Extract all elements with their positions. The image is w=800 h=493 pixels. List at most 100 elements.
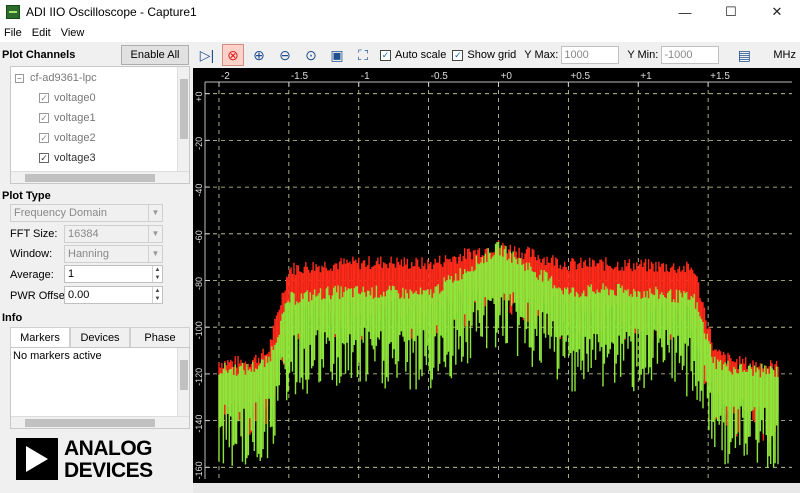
channel-label: voltage1 [54, 112, 96, 124]
save-icon[interactable]: ▣ [326, 44, 348, 66]
x-tick-label: -1.5 [291, 71, 309, 82]
plot-type-title: Plot Type [2, 190, 51, 202]
channel-row-voltage1[interactable]: ✓ voltage1 [39, 109, 96, 127]
markers-vertical-scrollbar[interactable] [177, 348, 189, 416]
markers-status: No markers active [13, 350, 102, 362]
window-title: ADI IIO Oscilloscope - Capture1 [26, 5, 197, 19]
x-tick-label: +1 [640, 71, 652, 82]
zoom-in-icon[interactable]: ⊕ [248, 44, 270, 66]
tab-devices[interactable]: Devices [70, 327, 130, 347]
fft-plot[interactable]: -2 -1.5 -1 -0.5 +0 +0.5 +1 +1.5 +0 -20 -40 -60 -80 -… [193, 68, 800, 493]
analog-devices-logo: ANALOG DEVICES [16, 438, 176, 488]
show-grid-checkbox[interactable]: ✓ Show grid [452, 49, 516, 61]
unit-label: MHz [773, 49, 796, 61]
fft-size-select[interactable]: 16384 ▼ [64, 225, 163, 243]
plot-toolbar: ▷| ⊗ ⊕ ⊖ ⊙ ▣ ⛶ ✓ Auto scale ✓ Show grid … [192, 42, 800, 68]
y-tick-label: -80 [194, 277, 204, 290]
y-tick-label: -60 [194, 230, 204, 243]
y-tick-label: -120 [194, 368, 204, 386]
x-tick-label: +0 [501, 71, 513, 82]
tab-phase[interactable]: Phase [130, 327, 190, 347]
window-controls: — ☐ ✕ [662, 0, 800, 24]
show-grid-label: Show grid [467, 49, 517, 61]
channel-row-voltage0[interactable]: ✓ voltage0 [39, 89, 96, 107]
x-tick-label: -0.5 [431, 71, 449, 82]
left-panel: Plot Channels Enable All − cf-ad9361-lpc… [0, 42, 192, 493]
auto-scale-check-icon[interactable]: ✓ [380, 49, 391, 61]
menu-view[interactable]: View [61, 27, 85, 39]
auto-scale-label: Auto scale [395, 49, 447, 61]
zoom-out-icon[interactable]: ⊖ [274, 44, 296, 66]
close-button[interactable]: ✕ [754, 0, 800, 24]
ymin-input[interactable]: -1000 [661, 46, 720, 64]
x-tick-label: -1 [361, 71, 370, 82]
window-select[interactable]: Hanning ▼ [64, 245, 163, 263]
device-name: cf-ad9361-lpc [30, 72, 97, 84]
fft-size-label: FFT Size: [10, 228, 58, 240]
markers-horizontal-scrollbar[interactable] [11, 416, 189, 428]
channel-label: voltage2 [54, 132, 96, 144]
channel-checkbox-voltage1[interactable]: ✓ [39, 113, 49, 123]
window-value: Hanning [68, 248, 109, 260]
logo-line1: ANALOG [64, 437, 153, 460]
tree-vertical-scrollbar[interactable] [177, 67, 189, 171]
y-tick-label: -160 [194, 461, 204, 479]
y-tick-label: -40 [194, 184, 204, 197]
app-icon [6, 5, 20, 19]
fft-size-value: 16384 [68, 228, 99, 240]
menu-bar: File Edit View [0, 24, 800, 42]
pwr-offset-input[interactable]: 0.00 ▲ ▼ [64, 286, 163, 304]
spin-arrows-icon[interactable]: ▲ ▼ [152, 266, 162, 282]
x-tick-label: +0.5 [570, 71, 590, 82]
average-label: Average: [10, 269, 54, 281]
channel-checkbox-voltage2[interactable]: ✓ [39, 133, 49, 143]
logo-line2: DEVICES [64, 459, 153, 482]
y-tick-label: -140 [194, 415, 204, 433]
x-tick-label: -2 [221, 71, 230, 82]
info-tabs: Markers Devices Phase [10, 327, 190, 347]
channel-row-voltage3[interactable]: ✓ voltage3 [39, 149, 96, 167]
ymax-label: Y Max: [524, 49, 559, 61]
logo-mark-icon [16, 438, 58, 480]
chevron-down-icon: ▼ [148, 246, 162, 262]
channel-label: voltage0 [54, 92, 96, 104]
plot-mode-value: Frequency Domain [14, 207, 107, 219]
channel-row-voltage2[interactable]: ✓ voltage2 [39, 129, 96, 147]
chevron-down-icon: ▼ [148, 226, 162, 242]
settings-icon[interactable]: ▤ [733, 44, 755, 66]
channel-checkbox-voltage3[interactable]: ✓ [39, 153, 49, 163]
stop-icon[interactable]: ⊗ [222, 44, 244, 66]
menu-edit[interactable]: Edit [32, 27, 51, 39]
x-tick-label: +1.5 [710, 71, 730, 82]
menu-file[interactable]: File [4, 27, 22, 39]
tree-device-row[interactable]: − cf-ad9361-lpc [15, 69, 97, 87]
fullscreen-icon[interactable]: ⛶ [352, 44, 374, 66]
y-tick-label: -20 [194, 137, 204, 150]
y-tick-label: +0 [194, 92, 204, 102]
plot-channels-title: Plot Channels [2, 49, 76, 61]
ymin-label: Y Min: [627, 49, 659, 61]
plot-horizontal-scrollbar[interactable] [193, 483, 800, 493]
run-single-icon[interactable]: ▷| [196, 44, 218, 66]
collapse-icon[interactable]: − [15, 73, 24, 83]
channel-checkbox-voltage0[interactable]: ✓ [39, 93, 49, 103]
tab-markers[interactable]: Markers [10, 327, 70, 347]
minimize-button[interactable]: — [662, 0, 708, 24]
maximize-button[interactable]: ☐ [708, 0, 754, 24]
enable-all-button[interactable]: Enable All [121, 45, 189, 65]
title-bar: ADI IIO Oscilloscope - Capture1 — ☐ ✕ [0, 0, 800, 24]
zoom-fit-icon[interactable]: ⊙ [300, 44, 322, 66]
plot-mode-select[interactable]: Frequency Domain ▼ [10, 204, 163, 222]
channel-label: voltage3 [54, 152, 96, 164]
spin-arrows-icon[interactable]: ▲ ▼ [152, 287, 162, 303]
auto-scale-checkbox[interactable]: ✓ Auto scale [380, 49, 446, 61]
pwr-offset-value: 0.00 [68, 289, 90, 301]
info-title: Info [2, 312, 23, 324]
show-grid-check-icon[interactable]: ✓ [452, 49, 464, 61]
tree-horizontal-scrollbar[interactable] [11, 171, 189, 183]
pwr-offset-label: PWR Offset: [10, 290, 71, 302]
average-input[interactable]: 1 ▲ ▼ [64, 265, 163, 283]
window-label: Window: [10, 248, 53, 260]
ymax-input[interactable]: 1000 [561, 46, 620, 64]
channel-tree: − cf-ad9361-lpc ✓ voltage0 ✓ voltage1 ✓ … [10, 66, 190, 184]
